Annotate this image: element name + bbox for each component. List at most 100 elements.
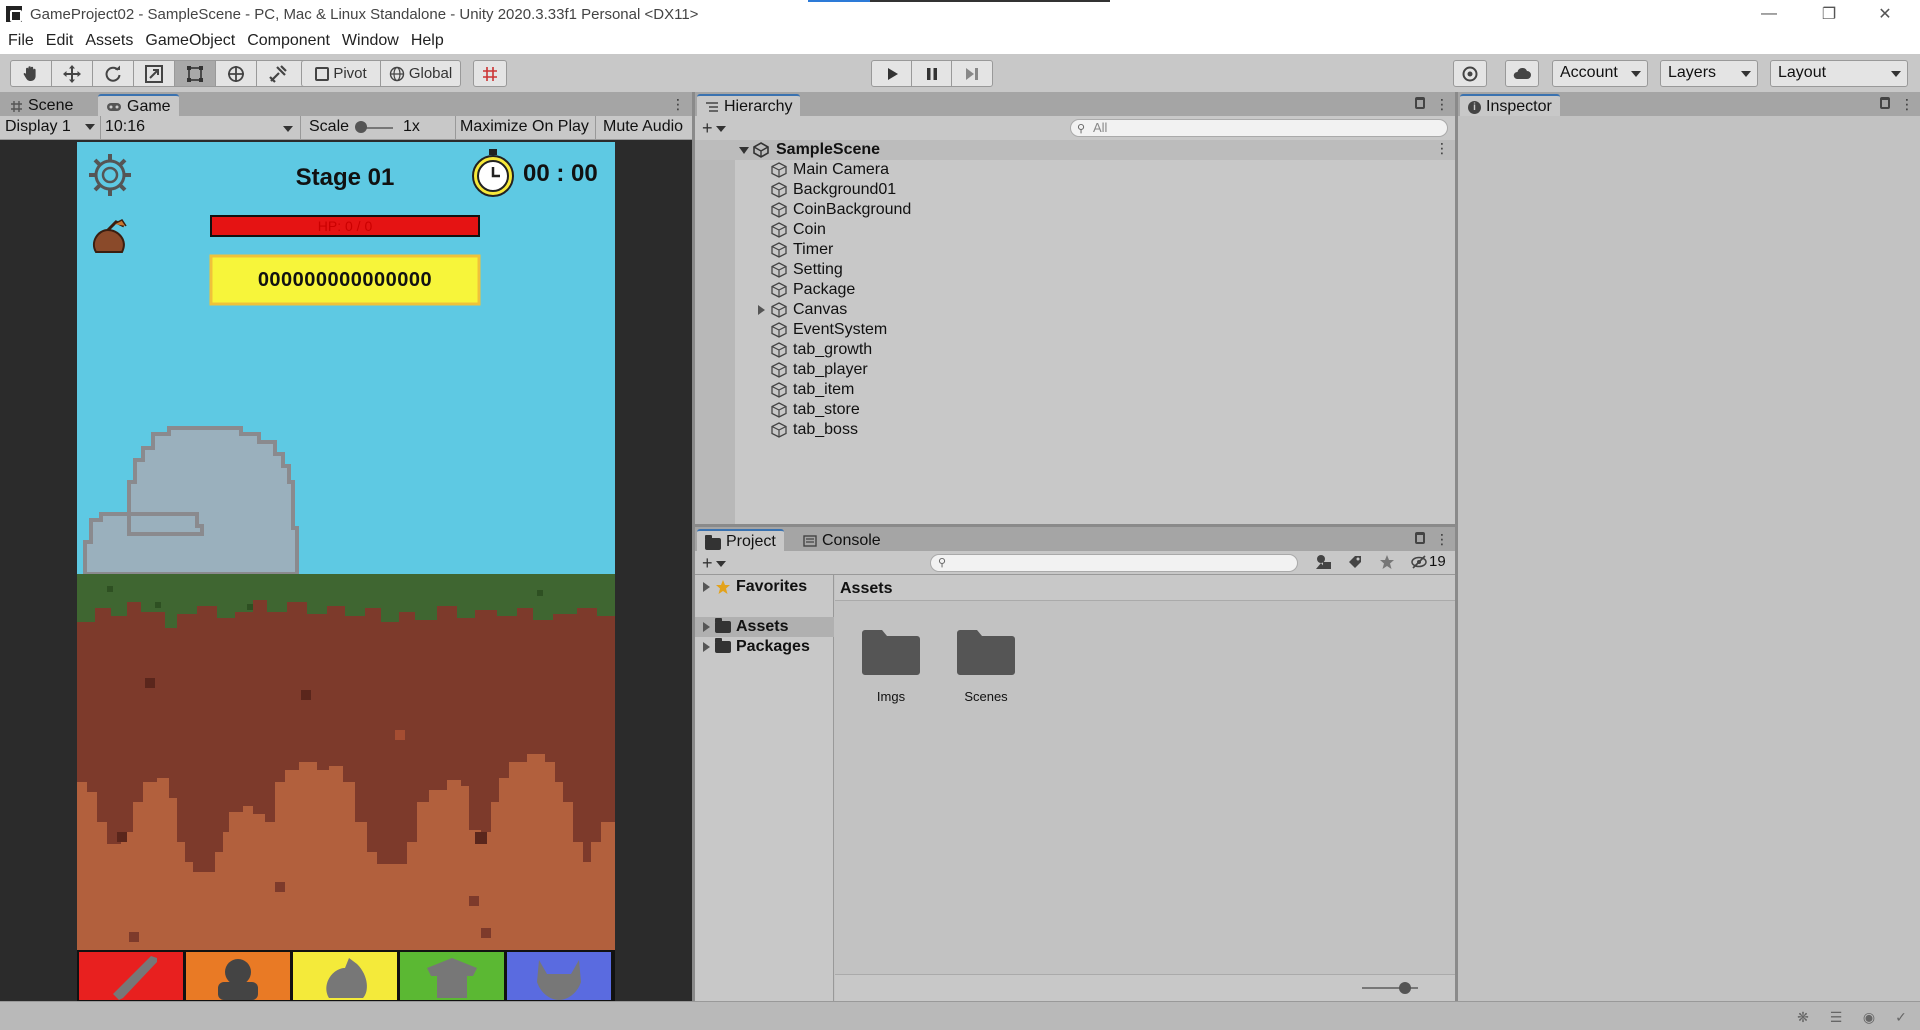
asset-folder-imgs[interactable]: Imgs (855, 625, 927, 704)
tree-assets[interactable]: Assets (695, 617, 834, 637)
menu-window[interactable]: Window (336, 32, 405, 50)
tab-scene[interactable]: Scene (2, 94, 82, 116)
expand-arrow-icon[interactable] (758, 305, 765, 315)
create-asset-button[interactable]: + (702, 553, 726, 574)
lock-icon[interactable] (1415, 532, 1425, 544)
custom-tool-button[interactable] (257, 61, 298, 86)
scale-handle[interactable] (355, 121, 367, 133)
divider (455, 116, 456, 140)
asset-folder-scenes[interactable]: Scenes (950, 625, 1022, 704)
global-button[interactable]: Global (381, 61, 460, 86)
hierarchy-item[interactable]: Timer (695, 240, 1455, 260)
favorite-button[interactable] (1379, 554, 1403, 572)
tree-packages[interactable]: Packages (695, 637, 834, 657)
lock-icon[interactable] (1880, 97, 1890, 109)
gamepad-icon (107, 103, 121, 111)
pause-button[interactable] (912, 61, 952, 86)
rect-tool-button[interactable] (175, 61, 216, 86)
account-dropdown[interactable]: Account (1552, 60, 1648, 87)
hierarchy-item[interactable]: Package (695, 280, 1455, 300)
inspector-tabs: i Inspector ⋮ (1458, 92, 1920, 116)
hierarchy-item-label: Main Camera (793, 161, 890, 178)
scene-header-row[interactable]: SampleScene ⋮ (695, 140, 1455, 160)
hierarchy-search-input[interactable]: All (1070, 119, 1448, 137)
panel-menu-icon[interactable]: ⋮ (1900, 96, 1914, 112)
hierarchy-item[interactable]: Coin (695, 220, 1455, 240)
project-search-input[interactable]: ⚲ (930, 554, 1298, 572)
grid-icon (483, 66, 497, 81)
hierarchy-item[interactable]: tab_boss (695, 420, 1455, 440)
scale-slider[interactable]: Scale 1x (309, 118, 459, 136)
expand-arrow-icon[interactable] (703, 622, 710, 632)
check-icon[interactable]: ✓ (1892, 1009, 1910, 1025)
aspect-dropdown[interactable]: 10:16 (105, 118, 295, 136)
close-icon: ✕ (1878, 6, 1892, 23)
hand-tool-button[interactable] (11, 61, 52, 86)
expand-arrow-icon[interactable] (703, 582, 710, 592)
search-by-type-button[interactable] (1315, 554, 1339, 572)
pivot-button[interactable]: Pivot (302, 61, 381, 86)
grid-snap-button[interactable] (474, 61, 506, 86)
expand-arrow-icon[interactable] (703, 642, 710, 652)
plus-icon: + (702, 118, 713, 138)
menu-edit[interactable]: Edit (40, 32, 80, 50)
create-button[interactable]: + (702, 118, 726, 139)
search-by-label-button[interactable] (1347, 554, 1371, 572)
hierarchy-toolbar: + All ⚲ (695, 116, 1455, 140)
menu-help[interactable]: Help (405, 32, 450, 50)
move-tool-button[interactable] (52, 61, 93, 86)
scale-tool-button[interactable] (134, 61, 175, 86)
asset-folder-label: Scenes (964, 689, 1008, 704)
menu-component[interactable]: Component (241, 32, 336, 50)
scene-menu-icon[interactable]: ⋮ (1435, 140, 1449, 157)
menu-assets[interactable]: Assets (79, 32, 139, 50)
step-button[interactable] (952, 61, 992, 86)
hierarchy-item[interactable]: Canvas (695, 300, 1455, 320)
transform-tool-button[interactable] (216, 61, 257, 86)
debug-bug-icon[interactable]: ❋ (1794, 1009, 1812, 1025)
tree-favorites[interactable]: Favorites (695, 577, 834, 597)
layers-dropdown[interactable]: Layers (1660, 60, 1758, 87)
expand-arrow-icon[interactable] (739, 147, 749, 154)
hierarchy-item[interactable]: tab_growth (695, 340, 1455, 360)
mute-audio-button[interactable]: Mute Audio (603, 118, 683, 136)
cache-icon[interactable]: ◉ (1860, 1009, 1878, 1025)
rotate-tool-button[interactable] (93, 61, 134, 86)
cloud-icon (1513, 67, 1531, 79)
restore-button[interactable]: ❐ (1806, 0, 1852, 28)
gameobject-cube-icon (771, 282, 787, 298)
tab-hierarchy[interactable]: Hierarchy (697, 94, 801, 116)
hierarchy-item[interactable]: Setting (695, 260, 1455, 280)
layout-dropdown[interactable]: Layout (1770, 60, 1908, 87)
hierarchy-item[interactable]: EventSystem (695, 320, 1455, 340)
hierarchy-item[interactable]: tab_item (695, 380, 1455, 400)
console-icon (803, 535, 817, 547)
hierarchy-item[interactable]: tab_player (695, 360, 1455, 380)
hidden-packages-toggle[interactable]: 19 (1411, 553, 1446, 570)
display-dropdown[interactable]: Display 1 (5, 118, 96, 136)
panel-menu-icon[interactable]: ⋮ (1435, 96, 1449, 112)
assets-breadcrumb[interactable]: Assets (835, 575, 1455, 601)
hierarchy-item[interactable]: Background01 (695, 180, 1455, 200)
lock-icon[interactable] (1415, 97, 1425, 109)
cloud-button[interactable] (1506, 61, 1538, 86)
hierarchy-item[interactable]: CoinBackground (695, 200, 1455, 220)
collab-button[interactable] (1454, 61, 1486, 86)
menu-gameobject[interactable]: GameObject (139, 32, 241, 50)
menu-file[interactable]: File (2, 32, 40, 50)
tab-inspector[interactable]: i Inspector (1460, 94, 1560, 116)
tab-project[interactable]: Project (697, 529, 784, 551)
close-button[interactable]: ✕ (1862, 0, 1908, 28)
panel-menu-icon[interactable]: ⋮ (671, 96, 685, 112)
maximize-on-play-button[interactable]: Maximize On Play (460, 118, 589, 136)
icon-size-slider[interactable] (1399, 982, 1411, 994)
stack-icon[interactable]: ☰ (1827, 1009, 1845, 1025)
tab-console[interactable]: Console (795, 529, 889, 551)
hierarchy-item[interactable]: tab_store (695, 400, 1455, 420)
minimize-button[interactable]: — (1746, 0, 1792, 28)
panel-menu-icon[interactable]: ⋮ (1435, 531, 1449, 547)
tab-game[interactable]: Game (98, 94, 179, 116)
play-button[interactable] (872, 61, 912, 86)
game-panel-tabs: Scene Game ⋮ (0, 92, 692, 116)
hierarchy-item[interactable]: Main Camera (695, 160, 1455, 180)
